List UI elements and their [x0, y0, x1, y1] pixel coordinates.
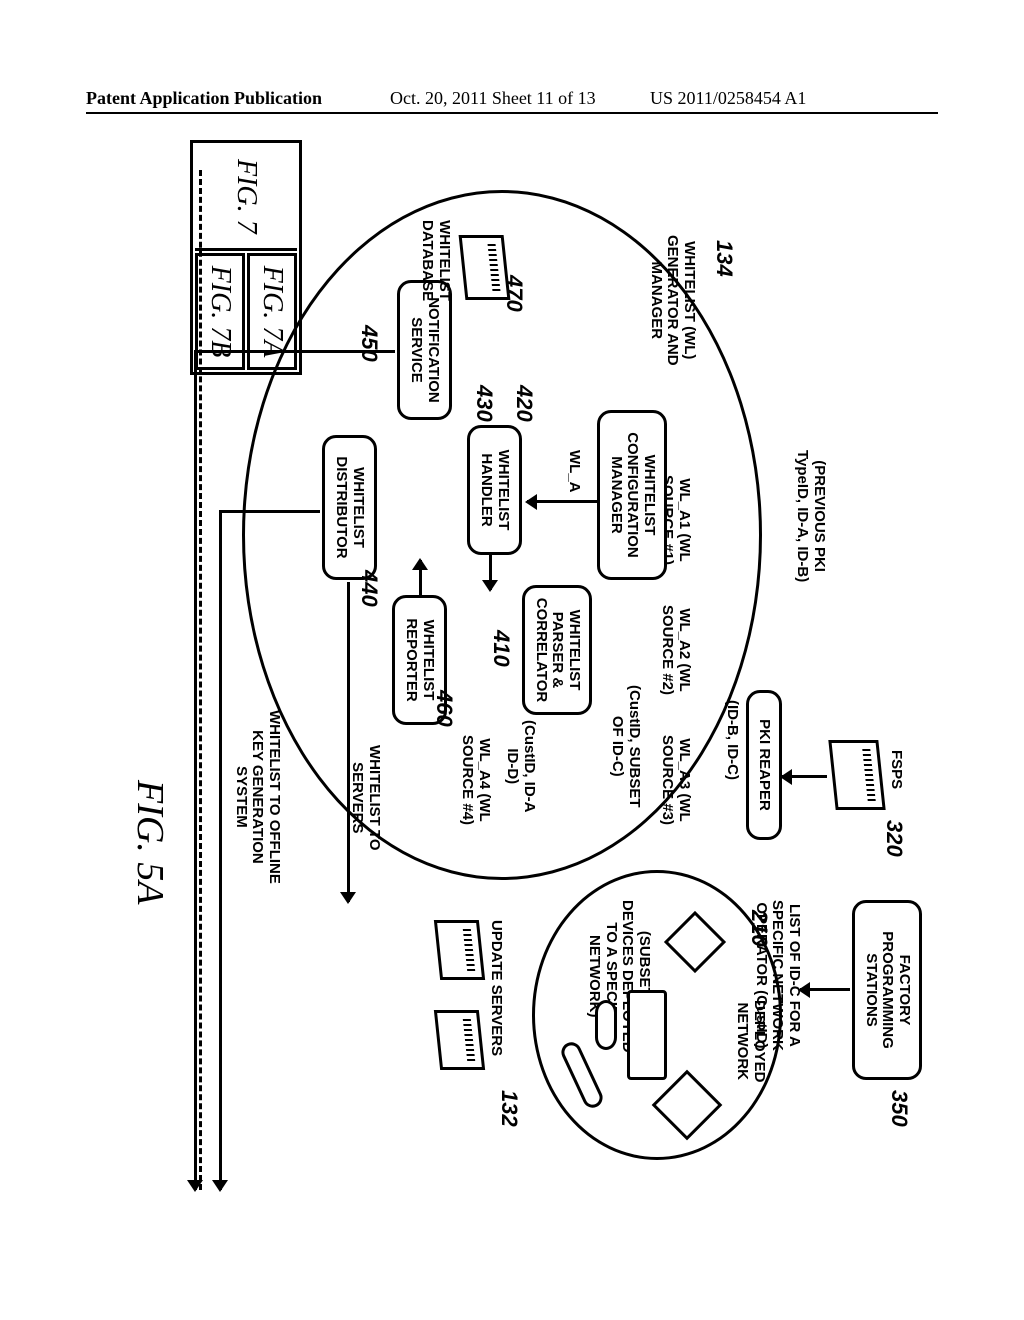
arrow-offline-h — [219, 510, 222, 1190]
wl-a3-label: WL_A3 (WL SOURCE #3) — [659, 735, 692, 825]
header-left: Patent Application Publication — [86, 88, 322, 109]
arrow-wla — [527, 500, 597, 503]
arrow-notification-h — [194, 350, 197, 1190]
pki-reaper: PKI REAPER — [746, 690, 782, 840]
key-fig7b: FIG. 7B — [195, 253, 245, 371]
figure-key-box: FIG. 7 FIG. 7A FIG. 7B — [190, 140, 302, 375]
update-server-2 — [434, 1010, 485, 1070]
whitelist-parser-correlator: WHITELIST PARSER & CORRELATOR — [522, 585, 592, 715]
ref-450: 450 — [356, 325, 382, 362]
page: Patent Application Publication Oct. 20, … — [0, 0, 1024, 1320]
ref-470: 470 — [501, 275, 527, 312]
arrow-to-servers — [347, 582, 350, 902]
whitelist-config-manager: WHITELIST CONFIGURATION MANAGER — [597, 410, 667, 580]
arrow-reporter-dist — [419, 560, 422, 595]
custid-ida-label: (CustID, ID-A ID-D) — [504, 720, 537, 813]
wl-a-label: WL_A — [566, 450, 583, 493]
wl-a2-label: WL_A2 (WL SOURCE #2) — [659, 605, 692, 695]
whitelist-db-label: WHITELIST DATABASE — [419, 220, 452, 301]
header-center: Oct. 20, 2011 Sheet 11 of 13 — [390, 88, 596, 109]
ref-134: 134 — [711, 240, 737, 277]
ref-210: 210 — [746, 910, 772, 947]
arrow-fsps-reaper — [782, 775, 827, 778]
deploy-stb — [627, 990, 667, 1080]
deploy-cyl — [595, 1000, 617, 1050]
ref-320: 320 — [881, 820, 907, 857]
factory-programming-stations: FACTORY PROGRAMMING STATIONS — [852, 900, 922, 1080]
custid-subset-label: (CustID, SUBSET OF ID-C) — [609, 685, 642, 808]
ref-440: 440 — [356, 570, 382, 607]
to-servers-label: WHITELIST TO SERVERS — [349, 745, 382, 851]
key-fig7a: FIG. 7A — [247, 253, 297, 371]
arrow-offline-v — [220, 510, 320, 513]
wgm-label: WHITELIST (WL) GENERATOR AND MANAGER — [648, 235, 698, 366]
key-fig7: FIG. 7 — [195, 145, 297, 251]
fsps-server-icon — [828, 740, 885, 810]
update-server-1 — [434, 920, 485, 980]
ref-132: 132 — [496, 1090, 522, 1127]
ref-460: 460 — [431, 690, 457, 727]
whitelist-distributor: WHITELIST DISTRIBUTOR — [322, 435, 377, 580]
ref-430: 430 — [471, 385, 497, 422]
idbc-label: (ID-B, ID-C) — [724, 700, 741, 780]
arrow-handler-reporter — [489, 555, 492, 590]
figure-stage: FACTORY PROGRAMMING STATIONS FSPS PKI RE… — [102, 130, 922, 1230]
fsps-label: FSPS — [888, 750, 905, 789]
header-right: US 2011/0258454 A1 — [650, 88, 806, 109]
deployed-network-label: DEPLOYED NETWORK — [734, 1000, 767, 1083]
header-rule — [86, 112, 938, 114]
ref-350: 350 — [886, 1090, 912, 1127]
update-servers-label: UPDATE SERVERS — [488, 920, 505, 1056]
ref-410: 410 — [488, 630, 514, 667]
to-offline-label: WHITELIST TO OFFLINE KEY GENERATION SYST… — [233, 710, 283, 884]
wl-a4-label: WL_A4 (WL SOURCE #4) — [459, 735, 492, 825]
ref-420: 420 — [511, 385, 537, 422]
prev-pki-label: (PREVIOUS PKI TypeID, ID-A, ID-B) — [794, 450, 827, 582]
whitelist-handler: WHITELIST HANDLER — [467, 425, 522, 555]
figure-caption: FIG. 5A — [128, 780, 172, 905]
arrow-fps-down — [800, 988, 850, 991]
